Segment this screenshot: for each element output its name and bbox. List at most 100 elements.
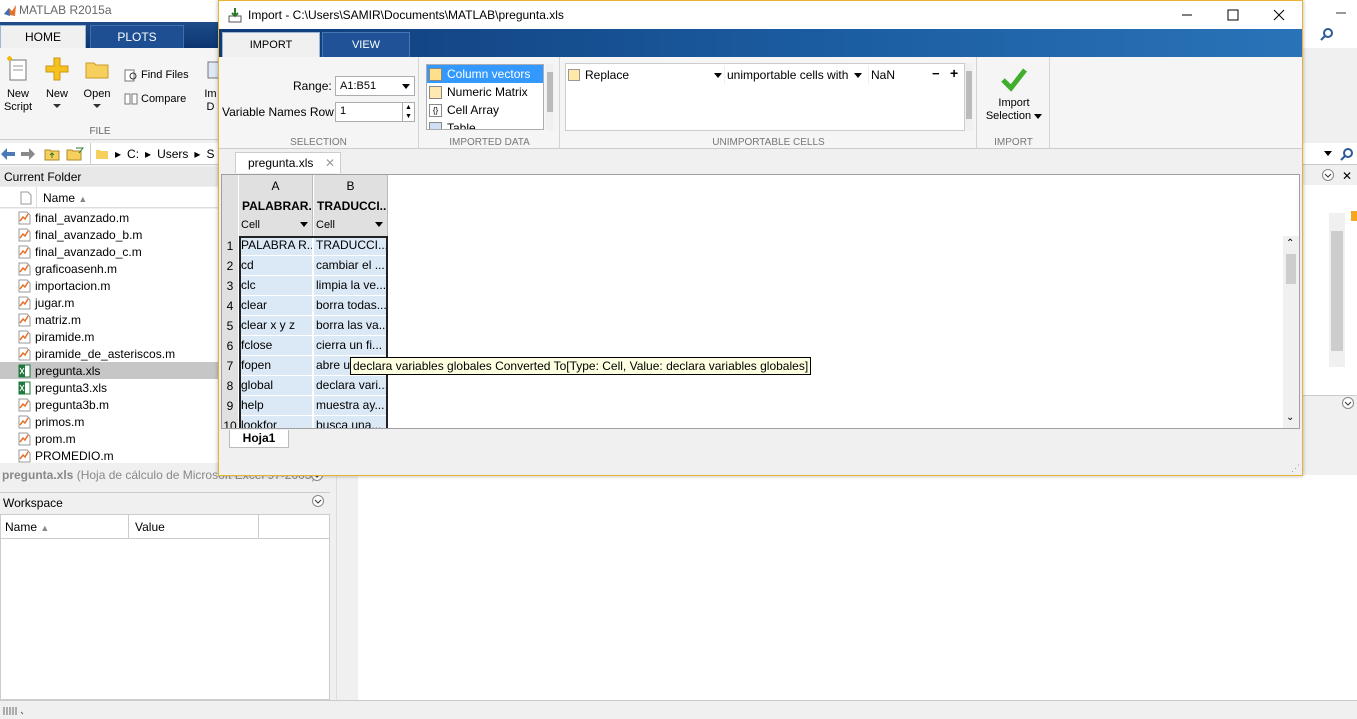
column-variable-name[interactable]: TRADUCCI...	[317, 199, 387, 213]
option-numeric-matrix[interactable]: Numeric Matrix	[427, 83, 543, 101]
workspace-actions-icon[interactable]	[312, 495, 324, 507]
scrollbar-thumb[interactable]	[1286, 254, 1296, 284]
minimize-button[interactable]	[1164, 1, 1210, 29]
column-type[interactable]: Cell	[316, 219, 335, 231]
panel-actions-icon[interactable]	[1342, 397, 1354, 409]
table-cell[interactable]: PALABRA R...	[239, 236, 313, 256]
new-script-button[interactable]: New Script	[3, 56, 33, 114]
close-icon[interactable]: ✕	[1342, 169, 1352, 183]
option-cell-array[interactable]: {} Cell Array	[427, 101, 543, 119]
scroll-down-icon[interactable]: ⌄	[1286, 412, 1294, 423]
rules-scrollbar[interactable]	[965, 63, 973, 131]
forward-arrow-icon[interactable]	[20, 147, 36, 161]
close-button[interactable]	[1256, 1, 1302, 29]
list-item[interactable]: pregunta.xls	[0, 362, 218, 379]
list-scrollbar[interactable]	[546, 64, 554, 130]
output-type-list[interactable]: Column vectors Numeric Matrix {} Cell Arr…	[426, 64, 544, 130]
list-item[interactable]: piramide.m	[0, 328, 218, 345]
sheet-tab-hoja1[interactable]: Hoja1	[229, 430, 289, 448]
list-item[interactable]: pregunta3b.m	[0, 396, 218, 413]
rule-dropdown[interactable]: unimportable cells with	[724, 66, 864, 84]
range-input[interactable]: A1:B51	[335, 76, 415, 96]
table-cell[interactable]: declara vari...	[314, 376, 388, 396]
resize-grip-icon[interactable]: ⋰	[1291, 463, 1300, 474]
table-cell[interactable]: fopen	[239, 356, 313, 376]
search-icon[interactable]	[1340, 147, 1354, 161]
tab-import[interactable]: IMPORT	[222, 32, 320, 57]
list-item[interactable]: final_avanzado_c.m	[0, 243, 218, 260]
table-cell[interactable]: help	[239, 396, 313, 416]
chevron-down-icon[interactable]	[402, 83, 410, 89]
tab-view[interactable]: VIEW	[322, 32, 410, 57]
remove-rule-icon[interactable]: −	[932, 66, 940, 81]
chevron-down-icon[interactable]	[375, 222, 383, 227]
list-item[interactable]: importacion.m	[0, 277, 218, 294]
column-type[interactable]: Cell	[241, 219, 260, 231]
table-cell[interactable]: lookfor	[239, 416, 313, 428]
table-cell[interactable]: cd	[239, 256, 313, 276]
table-cell[interactable]: cambiar el ...	[314, 256, 388, 276]
table-cell[interactable]: clear	[239, 296, 313, 316]
list-item[interactable]: matriz.m	[0, 311, 218, 328]
minimize-icon[interactable]	[1335, 2, 1347, 14]
spinner-icon[interactable]: ▲ ▼	[402, 103, 414, 121]
path-segment-user[interactable]: S	[206, 147, 214, 161]
tab-home[interactable]: HOME	[0, 25, 86, 48]
scrollbar-thumb[interactable]	[1331, 231, 1343, 351]
varnames-row-input[interactable]: 1 ▲ ▼	[335, 102, 415, 122]
workspace-value-header[interactable]: Value	[128, 515, 165, 539]
list-item[interactable]: primos.m	[0, 413, 218, 430]
path-segment-users[interactable]: Users	[157, 147, 188, 161]
up-folder-icon[interactable]	[44, 147, 60, 161]
path-segment-c[interactable]: C:	[127, 147, 139, 161]
column-name-header[interactable]: Name ▲	[36, 187, 87, 208]
spreadsheet-preview[interactable]: A PALABRAR... Cell B TRADUCCI... Cell 1 PALABR…	[221, 174, 1300, 429]
table-cell[interactable]: clc	[239, 276, 313, 296]
open-button[interactable]: Open	[82, 56, 112, 108]
import-selection-button[interactable]: Import Selection	[982, 65, 1046, 123]
list-item[interactable]: PROMEDIO.m	[0, 447, 218, 463]
search-icon[interactable]	[1320, 27, 1334, 41]
find-files-button[interactable]: Find Files	[124, 68, 189, 82]
list-item[interactable]: graficoasenh.m	[0, 260, 218, 277]
add-rule-icon[interactable]: +	[950, 65, 958, 81]
editor-scrollbar[interactable]	[1329, 213, 1345, 367]
compare-button[interactable]: Compare	[124, 92, 186, 106]
replacement-value-input[interactable]: NaN	[868, 66, 924, 84]
browse-folder-icon[interactable]	[66, 147, 84, 161]
scroll-up-icon[interactable]: ⌃	[1286, 238, 1294, 249]
action-dropdown[interactable]: Replace	[568, 66, 722, 84]
chevron-down-icon[interactable]	[300, 222, 308, 227]
table-cell[interactable]: TRADUCCI...	[314, 236, 388, 256]
column-header-b[interactable]: B TRADUCCI... Cell	[314, 175, 388, 236]
tab-plots[interactable]: PLOTS	[90, 25, 184, 48]
list-item[interactable]: piramide_de_asteriscos.m	[0, 345, 218, 362]
table-cell[interactable]: clear x y z	[239, 316, 313, 336]
import-data-button[interactable]: Im D	[203, 56, 218, 114]
option-column-vectors[interactable]: Column vectors	[427, 65, 543, 83]
list-item[interactable]: final_avanzado_b.m	[0, 226, 218, 243]
column-variable-name[interactable]: PALABRAR...	[242, 199, 312, 213]
list-item[interactable]: final_avanzado.m	[0, 209, 218, 226]
back-arrow-icon[interactable]	[0, 147, 16, 161]
table-cell[interactable]: fclose	[239, 336, 313, 356]
table-cell[interactable]: global	[239, 376, 313, 396]
list-item[interactable]: pregunta3.xls	[0, 379, 218, 396]
grid-vertical-scrollbar[interactable]: ⌃ ⌄	[1283, 236, 1299, 428]
command-window[interactable]	[358, 475, 1357, 700]
column-header-a[interactable]: A PALABRAR... Cell	[239, 175, 313, 236]
table-cell[interactable]: busca una...	[314, 416, 388, 428]
table-cell[interactable]: muestra ay...	[314, 396, 388, 416]
list-item[interactable]: prom.m	[0, 430, 218, 447]
table-cell[interactable]: limpia la ve...	[314, 276, 388, 296]
table-cell[interactable]: borra todas...	[314, 296, 388, 316]
address-dropdown[interactable]	[1302, 143, 1357, 165]
list-item[interactable]: jugar.m	[0, 294, 218, 311]
maximize-button[interactable]	[1210, 1, 1256, 29]
option-table[interactable]: Table	[427, 119, 543, 129]
table-cell[interactable]: cierra un fi...	[314, 336, 388, 356]
file-tab-pregunta[interactable]: pregunta.xls ✕	[235, 152, 341, 173]
new-button[interactable]: New	[42, 56, 72, 108]
table-cell[interactable]: borra las va...	[314, 316, 388, 336]
close-icon[interactable]: ✕	[325, 156, 335, 170]
